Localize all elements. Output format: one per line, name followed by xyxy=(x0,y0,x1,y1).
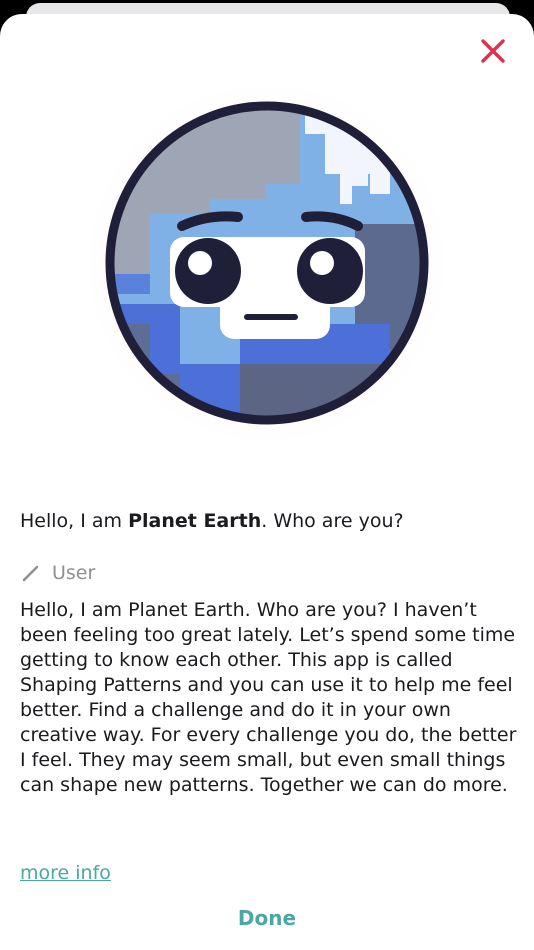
more-info-link[interactable]: more info xyxy=(20,862,111,884)
pencil-icon xyxy=(22,565,39,582)
done-button[interactable]: Done xyxy=(0,906,534,930)
planet-earth-illustration xyxy=(90,74,450,444)
modal-sheet: Hello, I am Planet Earth. Who are you? U… xyxy=(0,14,534,950)
user-input-row[interactable]: User xyxy=(20,559,95,587)
planet-earth-icon xyxy=(90,78,450,444)
greeting-heading: Hello, I am Planet Earth. Who are you? xyxy=(20,508,520,534)
message-text: Hello, I am Planet Earth. Who are you? I… xyxy=(20,599,517,796)
close-icon xyxy=(481,39,505,63)
user-label: User xyxy=(52,562,96,584)
close-button[interactable] xyxy=(478,36,508,66)
greeting-name: Planet Earth xyxy=(128,510,262,532)
greeting-suffix: . Who are you? xyxy=(261,510,404,532)
greeting-prefix: Hello, I am xyxy=(20,510,129,532)
